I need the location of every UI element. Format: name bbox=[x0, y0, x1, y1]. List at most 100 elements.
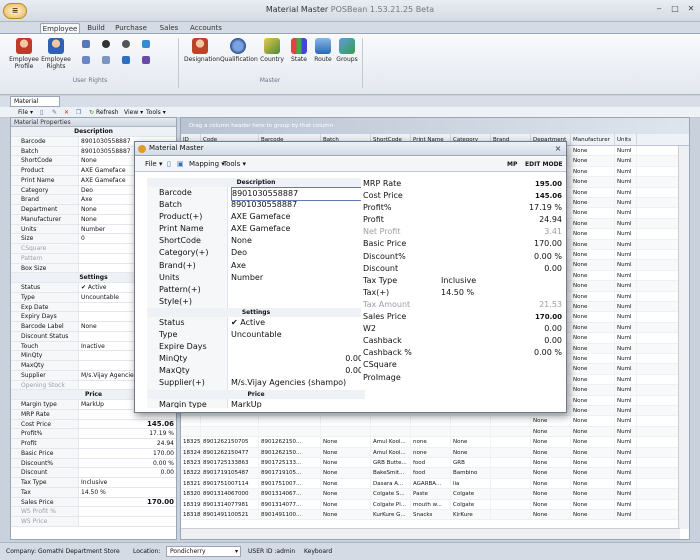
field-row[interactable]: Cost Price 145.06 bbox=[361, 190, 564, 203]
mrp-button[interactable]: MP bbox=[507, 157, 517, 172]
field-row[interactable]: Expire Days bbox=[147, 341, 365, 354]
column-header[interactable]: Manufacturer bbox=[571, 134, 615, 146]
property-value[interactable]: Inclusive bbox=[81, 478, 174, 487]
property-row[interactable]: WS Price bbox=[11, 517, 176, 527]
field-value[interactable]: 0.00 bbox=[441, 335, 562, 347]
field-row[interactable]: MaxQty 0.00 bbox=[147, 365, 365, 378]
property-value[interactable]: 24.94 bbox=[81, 439, 174, 448]
field-row[interactable]: Tax(+) 14.50 % bbox=[361, 286, 564, 299]
table-row[interactable]: 18324 8901262150477 8901262150... None Amul … bbox=[181, 447, 678, 458]
small-tool-icon[interactable] bbox=[82, 40, 90, 48]
small-tool-icon[interactable] bbox=[82, 56, 90, 64]
dialog-new-icon[interactable]: ▯ bbox=[167, 157, 171, 172]
small-tool-icon[interactable] bbox=[142, 40, 150, 48]
country-button[interactable]: Country bbox=[258, 38, 286, 63]
field-value[interactable]: 3.41 bbox=[441, 226, 562, 238]
field-value[interactable]: 0.00 % bbox=[441, 347, 562, 359]
field-row[interactable]: MRP Rate 195.00 bbox=[361, 178, 564, 191]
qualification-button[interactable]: Qualification bbox=[220, 38, 258, 63]
field-row[interactable]: Discount% 0.00 % bbox=[361, 250, 564, 263]
table-row[interactable]: 18319 8901314077981 8901314077... None Colga… bbox=[181, 499, 678, 510]
small-tool-icon[interactable] bbox=[122, 40, 130, 48]
field-row[interactable]: Batch 8901030558887 bbox=[147, 199, 365, 212]
field-row[interactable]: Print Name AXE Gameface bbox=[147, 223, 365, 236]
field-value[interactable]: Inclusive bbox=[441, 275, 562, 287]
table-row[interactable]: 18323 8901725133863 8901725133... None GRB B… bbox=[181, 458, 678, 469]
field-row[interactable]: Product(+) AXE Gameface bbox=[147, 211, 365, 224]
close-icon[interactable]: ✕ bbox=[684, 3, 698, 15]
field-value[interactable]: 195.00 bbox=[441, 178, 562, 190]
dialog-close-icon[interactable]: × bbox=[553, 144, 563, 154]
property-row[interactable]: Cost Price 145.06 bbox=[11, 419, 176, 430]
field-row[interactable]: CSquare bbox=[361, 359, 564, 372]
field-value[interactable]: Uncountable bbox=[231, 329, 363, 341]
group-by-hint[interactable]: Drag a column header here to group by th… bbox=[181, 118, 689, 134]
field-row[interactable]: ShortCode None bbox=[147, 235, 365, 248]
property-row[interactable]: Discount% 0.00 % bbox=[11, 458, 176, 469]
property-value[interactable]: 14.50 % bbox=[81, 488, 174, 497]
location-select[interactable]: Pondicherry ▾ bbox=[166, 546, 241, 557]
groups-button[interactable]: Groups bbox=[335, 38, 359, 63]
minimize-icon[interactable]: ‒ bbox=[652, 3, 666, 15]
field-row[interactable]: Net Profit 3.41 bbox=[361, 226, 564, 239]
keyboard-button[interactable]: Keyboard bbox=[304, 543, 332, 560]
field-row[interactable]: Discount 0.00 bbox=[361, 262, 564, 275]
field-value[interactable]: 0.00 bbox=[231, 365, 363, 377]
property-row[interactable]: Discount 0.00 bbox=[11, 468, 176, 478]
field-value[interactable]: 24.94 bbox=[441, 214, 562, 226]
field-row[interactable]: Basic Price 170.00 bbox=[361, 238, 564, 251]
small-tool-icon[interactable] bbox=[122, 56, 130, 64]
maximize-icon[interactable]: □ bbox=[668, 3, 682, 15]
table-row[interactable]: 18321 8901751007114 8901751007... None Dasar… bbox=[181, 478, 678, 490]
property-value[interactable]: 170.00 bbox=[81, 498, 174, 507]
field-row[interactable]: Brand(+) Axe bbox=[147, 259, 365, 272]
property-row[interactable]: Sales Price 170.00 bbox=[11, 497, 176, 508]
field-row[interactable]: Profit% 17.19 % bbox=[361, 202, 564, 215]
tab-material-master[interactable]: Material Master bbox=[10, 96, 60, 114]
field-value[interactable]: 145.06 bbox=[441, 190, 562, 202]
dialog-tools-menu[interactable]: Tools ▾ bbox=[223, 157, 246, 172]
table-row[interactable]: 18325 8901262150705 8901262150... None Amul … bbox=[181, 437, 678, 448]
field-row[interactable]: MinQty 0.00 bbox=[147, 353, 365, 366]
small-tool-icon[interactable] bbox=[102, 40, 110, 48]
field-value[interactable]: 170.00 bbox=[441, 311, 562, 323]
field-value[interactable]: 14.50 % bbox=[441, 287, 562, 299]
table-row[interactable]: 18320 8901314067000 8901314067... None Colga… bbox=[181, 489, 678, 500]
field-value[interactable]: 0.00 % bbox=[441, 251, 562, 263]
small-tool-icon[interactable] bbox=[142, 56, 150, 64]
field-row[interactable]: Type Uncountable bbox=[147, 329, 365, 342]
field-value[interactable]: 21.53 bbox=[441, 299, 562, 311]
table-row[interactable]: NoneNoneNuml bbox=[181, 416, 678, 427]
field-row[interactable]: Pattern(+) bbox=[147, 283, 365, 296]
field-value[interactable]: MarkUp bbox=[231, 399, 363, 409]
field-row[interactable]: Cashback % 0.00 % bbox=[361, 347, 564, 360]
field-row[interactable]: Sales Price 170.00 bbox=[361, 311, 564, 324]
property-value[interactable]: 170.00 bbox=[81, 449, 174, 458]
route-button[interactable]: Route bbox=[312, 38, 334, 63]
field-row[interactable]: Supplier(+) M/s.Vijay Agencies (shampo) bbox=[147, 377, 365, 390]
table-row[interactable]: 18322 8901719105487 8901719105... None BakeS… bbox=[181, 468, 678, 479]
field-value[interactable]: Number bbox=[231, 272, 363, 284]
field-value[interactable]: AXE Gameface bbox=[231, 223, 363, 235]
table-row[interactable]: 18318 8901491100521 8901491100... None KurKu… bbox=[181, 510, 678, 521]
field-value[interactable]: Axe bbox=[231, 260, 363, 272]
field-value[interactable]: 8901030558887 bbox=[231, 199, 363, 211]
dialog-file-menu[interactable]: File ▾ bbox=[145, 157, 162, 172]
property-row[interactable]: Basic Price 170.00 bbox=[11, 448, 176, 459]
field-row[interactable]: Units Number bbox=[147, 271, 365, 284]
property-value[interactable]: 0.00 % bbox=[81, 459, 174, 468]
dialog-mapping-menu[interactable]: Mapping ▾ bbox=[189, 157, 225, 172]
dialog-save-icon[interactable]: ▣ bbox=[177, 157, 184, 172]
field-value[interactable]: 170.00 bbox=[441, 238, 562, 250]
field-value[interactable]: 0.00 bbox=[441, 323, 562, 335]
property-row[interactable]: Tax 14.50 % bbox=[11, 487, 176, 498]
field-row[interactable]: Tax Type Inclusive bbox=[361, 274, 564, 287]
designation-button[interactable]: Designation bbox=[184, 38, 220, 63]
grid-horizontal-scrollbar[interactable] bbox=[181, 528, 680, 539]
small-tool-icon[interactable] bbox=[102, 56, 110, 64]
field-value[interactable]: None bbox=[231, 235, 363, 247]
field-row[interactable]: Profit 24.94 bbox=[361, 214, 564, 227]
property-row[interactable]: Profit 24.94 bbox=[11, 439, 176, 449]
field-value[interactable]: Deo bbox=[231, 247, 363, 259]
field-row[interactable]: Tax Amount 21.53 bbox=[361, 298, 564, 312]
